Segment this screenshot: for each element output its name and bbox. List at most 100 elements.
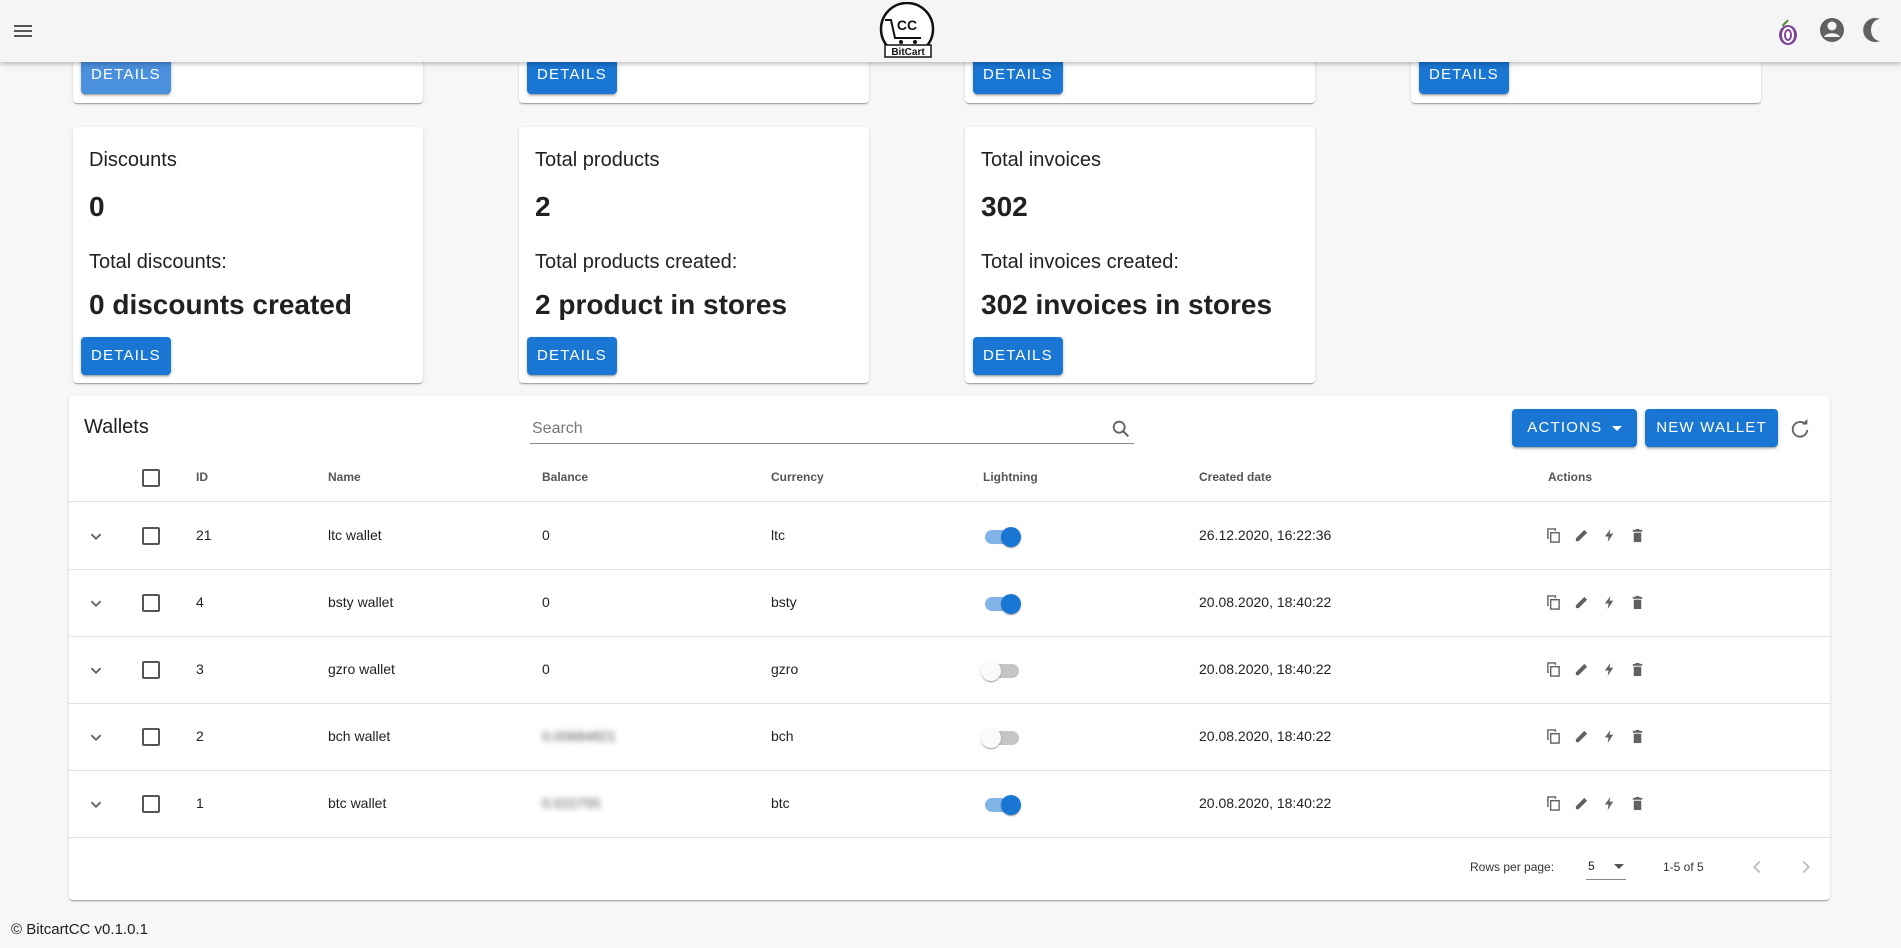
- pencil-icon[interactable]: [1574, 595, 1589, 610]
- moon-icon[interactable]: [1861, 14, 1891, 46]
- wallet-id: 1: [196, 795, 204, 811]
- select-all-checkbox[interactable]: [142, 469, 160, 487]
- row-actions: [1546, 796, 1645, 811]
- column-header-actions: Actions: [1548, 470, 1593, 484]
- wallet-name: bch wallet: [328, 728, 391, 744]
- copy-icon[interactable]: [1546, 662, 1561, 677]
- details-button[interactable]: DETAILS: [81, 337, 171, 375]
- table-row[interactable]: 4 bsty wallet 0 bsty 20.08.2020, 18:40:2…: [69, 570, 1830, 637]
- chevron-right-icon[interactable]: [1795, 856, 1817, 878]
- row-checkbox[interactable]: [142, 728, 160, 746]
- table-header: ID Name Balance Currency Lightning Creat…: [69, 452, 1830, 502]
- row-checkbox[interactable]: [142, 795, 160, 813]
- lightning-toggle[interactable]: [981, 592, 1021, 616]
- tor-onion-icon[interactable]: [1773, 14, 1803, 46]
- wallet-id: 4: [196, 594, 204, 610]
- table-row[interactable]: 2 bch wallet 0.00684821 bch 20.08.2020, …: [69, 704, 1830, 771]
- lightning-toggle[interactable]: [981, 525, 1021, 549]
- lightning-icon[interactable]: [1602, 729, 1617, 744]
- caret-down-icon: [1614, 864, 1624, 869]
- bitcart-logo[interactable]: CC BitCart: [877, 2, 939, 60]
- wallet-balance: 0: [542, 527, 550, 543]
- account-circle-icon[interactable]: [1817, 14, 1847, 46]
- chevron-down-icon[interactable]: [85, 592, 107, 614]
- lightning-icon[interactable]: [1602, 528, 1617, 543]
- row-checkbox[interactable]: [142, 527, 160, 545]
- search-input[interactable]: [530, 416, 1090, 442]
- row-actions: [1546, 595, 1645, 610]
- logo-cc-text: CC: [897, 17, 917, 33]
- lightning-icon[interactable]: [1602, 796, 1617, 811]
- delete-icon[interactable]: [1630, 729, 1645, 744]
- app-bar: CC BitCart: [0, 0, 1901, 62]
- wallet-balance: 0: [542, 661, 550, 677]
- column-header-balance[interactable]: Balance: [542, 470, 588, 484]
- table-row[interactable]: 3 gzro wallet 0 gzro 20.08.2020, 18:40:2…: [69, 637, 1830, 704]
- wallet-balance: 0.022755: [542, 795, 601, 811]
- card-title: Total invoices: [981, 149, 1102, 171]
- delete-icon[interactable]: [1630, 662, 1645, 677]
- wallet-name: gzro wallet: [328, 661, 395, 677]
- lightning-icon[interactable]: [1602, 662, 1617, 677]
- invoices-card: Total invoices 302 Total invoices create…: [965, 127, 1315, 383]
- delete-icon[interactable]: [1630, 595, 1645, 610]
- column-header-lightning[interactable]: Lightning: [983, 470, 1038, 484]
- copy-icon[interactable]: [1546, 796, 1561, 811]
- wallet-created-date: 20.08.2020, 18:40:22: [1199, 594, 1332, 610]
- wallet-id: 2: [196, 728, 204, 744]
- pagination-range: 1-5 of 5: [1663, 860, 1704, 874]
- wallet-name: ltc wallet: [328, 527, 382, 543]
- details-button[interactable]: DETAILS: [973, 337, 1063, 375]
- menu-icon[interactable]: [12, 20, 34, 42]
- chevron-down-icon[interactable]: [85, 726, 107, 748]
- column-header-created-date[interactable]: Created date: [1199, 470, 1272, 484]
- pencil-icon[interactable]: [1574, 796, 1589, 811]
- delete-icon[interactable]: [1630, 796, 1645, 811]
- chevron-down-icon[interactable]: [85, 525, 107, 547]
- caret-down-icon: [1611, 425, 1622, 431]
- wallet-id: 3: [196, 661, 204, 677]
- card-value: 0: [89, 191, 105, 222]
- card-title: Total products: [535, 149, 660, 171]
- copy-icon[interactable]: [1546, 595, 1561, 610]
- wallet-currency: bch: [771, 728, 794, 744]
- details-button[interactable]: DETAILS: [527, 337, 617, 375]
- pencil-icon[interactable]: [1574, 528, 1589, 543]
- rows-per-page-select[interactable]: 5: [1586, 854, 1626, 880]
- chevron-down-icon[interactable]: [85, 793, 107, 815]
- lightning-toggle[interactable]: [981, 793, 1021, 817]
- wallet-currency: bsty: [771, 594, 797, 610]
- new-wallet-button[interactable]: NEW WALLET: [1645, 409, 1778, 447]
- copy-icon[interactable]: [1546, 528, 1561, 543]
- column-header-name[interactable]: Name: [328, 470, 361, 484]
- column-header-currency[interactable]: Currency: [771, 470, 824, 484]
- table-row[interactable]: 1 btc wallet 0.022755 btc 20.08.2020, 18…: [69, 771, 1830, 838]
- wallet-id: 21: [196, 527, 212, 543]
- refresh-icon[interactable]: [1789, 418, 1811, 440]
- delete-icon[interactable]: [1630, 528, 1645, 543]
- table-row[interactable]: 21 ltc wallet 0 ltc 26.12.2020, 16:22:36: [69, 503, 1830, 570]
- row-actions: [1546, 662, 1645, 677]
- rows-per-page-label: Rows per page:: [1470, 860, 1555, 874]
- row-checkbox[interactable]: [142, 594, 160, 612]
- copy-icon[interactable]: [1546, 729, 1561, 744]
- pencil-icon[interactable]: [1574, 729, 1589, 744]
- actions-button[interactable]: ACTIONS: [1512, 409, 1637, 447]
- card-value: 302: [981, 191, 1028, 222]
- wallet-created-date: 26.12.2020, 16:22:36: [1199, 527, 1332, 543]
- wallet-currency: ltc: [771, 527, 785, 543]
- column-header-id[interactable]: ID: [196, 470, 208, 484]
- rows-per-page-value: 5: [1588, 859, 1595, 873]
- card-subvalue: 2 product in stores: [535, 289, 788, 320]
- wallet-currency: btc: [771, 795, 790, 811]
- card-title: Discounts: [89, 149, 177, 171]
- lightning-toggle[interactable]: [981, 726, 1021, 750]
- lightning-toggle[interactable]: [981, 659, 1021, 683]
- chevron-left-icon[interactable]: [1746, 856, 1768, 878]
- lightning-icon[interactable]: [1602, 595, 1617, 610]
- chevron-down-icon[interactable]: [85, 659, 107, 681]
- pencil-icon[interactable]: [1574, 662, 1589, 677]
- row-checkbox[interactable]: [142, 661, 160, 679]
- logo-name-text: BitCart: [891, 47, 925, 58]
- search-icon[interactable]: [1110, 418, 1132, 440]
